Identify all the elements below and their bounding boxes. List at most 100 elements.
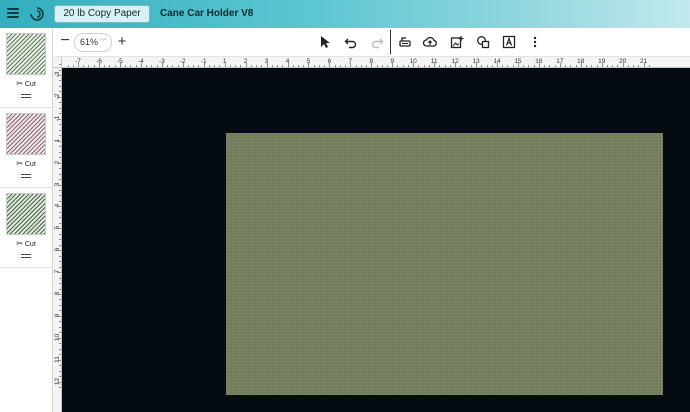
blade-icon[interactable] (398, 35, 412, 49)
ruler-tick (59, 179, 61, 181)
menu-icon[interactable] (7, 8, 19, 19)
design-canvas[interactable] (62, 68, 690, 412)
ruler-tick (439, 65, 441, 67)
ruler-tick (59, 244, 61, 246)
ruler-tick (59, 222, 61, 224)
ruler-tick (219, 65, 221, 67)
ruler-tick (146, 65, 148, 67)
layer-operation[interactable]: ✂ Cut (0, 239, 52, 248)
ruler-tick (151, 65, 153, 67)
ruler-tick (59, 189, 61, 191)
ruler-tick (648, 65, 650, 67)
ruler-tick (114, 65, 116, 67)
zoom-out-button[interactable]: − (59, 33, 71, 50)
ruler-tick (324, 65, 326, 67)
ruler-tick (59, 255, 61, 257)
ruler-tick (59, 211, 61, 213)
ruler-tick (329, 63, 331, 67)
ruler-tick (586, 65, 588, 67)
project-title[interactable]: Cane Car Holder V8 (160, 8, 253, 19)
ruler-tick (622, 63, 624, 67)
ruler-tick (575, 65, 577, 67)
ruler-tick (59, 365, 61, 367)
ruler-tick (523, 65, 525, 67)
ruler-tick (59, 299, 61, 301)
select-icon[interactable] (318, 35, 332, 49)
canvas-toolbar: − 61% ﹀ + (54, 28, 690, 57)
ruler-tick (318, 65, 320, 67)
ruler-tick (59, 80, 61, 82)
ruler-tick (57, 228, 61, 230)
ruler-tick (266, 63, 268, 67)
text-icon[interactable] (502, 35, 516, 49)
ruler-tick (59, 157, 61, 159)
ruler-tick (203, 63, 205, 67)
ruler-tick (59, 332, 61, 334)
ruler-tick (570, 65, 572, 67)
app-logo-icon[interactable] (30, 7, 44, 21)
ruler-tick (88, 65, 90, 67)
ruler-tick (109, 65, 111, 67)
ruler-tick (360, 65, 362, 67)
ruler-tick (125, 65, 127, 67)
undo-icon[interactable] (344, 35, 358, 49)
ruler-tick (59, 102, 61, 104)
zoom-value: 61% (80, 37, 99, 47)
ruler-tick (371, 63, 373, 67)
ruler-tick (59, 321, 61, 323)
zoom-dropdown[interactable]: 61% ﹀ (74, 33, 112, 52)
ruler-tick (59, 348, 61, 350)
ruler-tick (617, 65, 619, 67)
drag-handle-icon[interactable] (21, 174, 31, 178)
layer-operation[interactable]: ✂ Cut (0, 159, 52, 168)
ruler-tick (502, 65, 504, 67)
ruler-tick (59, 200, 61, 202)
ruler-tick (418, 65, 420, 67)
ruler-tick (198, 65, 200, 67)
ruler-tick (104, 65, 106, 67)
ruler-tick (376, 65, 378, 67)
ruler-tick (59, 64, 61, 66)
ruler-tick (177, 65, 179, 67)
ruler-tick (229, 65, 231, 67)
ruler-tick (167, 65, 169, 67)
layer-item[interactable]: ✂ Cut (0, 108, 52, 188)
ruler-tick (156, 65, 158, 67)
shapes-icon[interactable] (476, 35, 490, 49)
cloud-upload-icon[interactable] (423, 35, 437, 49)
layer-item[interactable]: ✂ Cut (0, 188, 52, 268)
ruler-tick (470, 65, 472, 67)
more-icon[interactable] (528, 35, 542, 49)
ruler-tick (59, 304, 61, 306)
zoom-in-button[interactable]: + (116, 34, 128, 50)
ruler-tick (507, 65, 509, 67)
layer-item[interactable]: ✂ Cut (0, 28, 52, 108)
add-image-icon[interactable] (450, 35, 464, 49)
layer-thumbnail (6, 113, 46, 155)
ruler-tick (59, 376, 61, 378)
drag-handle-icon[interactable] (21, 94, 31, 98)
ruler-tick (57, 294, 61, 295)
ruler-tick (59, 326, 61, 328)
ruler-tick (59, 91, 61, 93)
material-sheet[interactable] (226, 133, 663, 395)
ruler-tick (544, 65, 546, 67)
ruler-tick (187, 65, 189, 67)
ruler-tick (601, 63, 603, 67)
layer-thumbnail (6, 193, 46, 235)
layer-operation[interactable]: ✂ Cut (0, 79, 52, 88)
ruler-tick (59, 261, 61, 263)
ruler-tick (250, 65, 252, 67)
ruler-tick (140, 63, 142, 67)
ruler-tick (538, 63, 540, 67)
ruler-tick (59, 233, 61, 235)
ruler-tick (256, 65, 258, 67)
ruler-tick (57, 162, 61, 164)
redo-icon[interactable] (370, 35, 384, 49)
ruler-tick (271, 65, 273, 67)
ruler-tick (57, 75, 61, 76)
ruler-tick (59, 168, 61, 170)
drag-handle-icon[interactable] (21, 254, 31, 258)
ruler-tick (83, 65, 85, 67)
material-button[interactable]: 20 lb Copy Paper (54, 5, 150, 23)
